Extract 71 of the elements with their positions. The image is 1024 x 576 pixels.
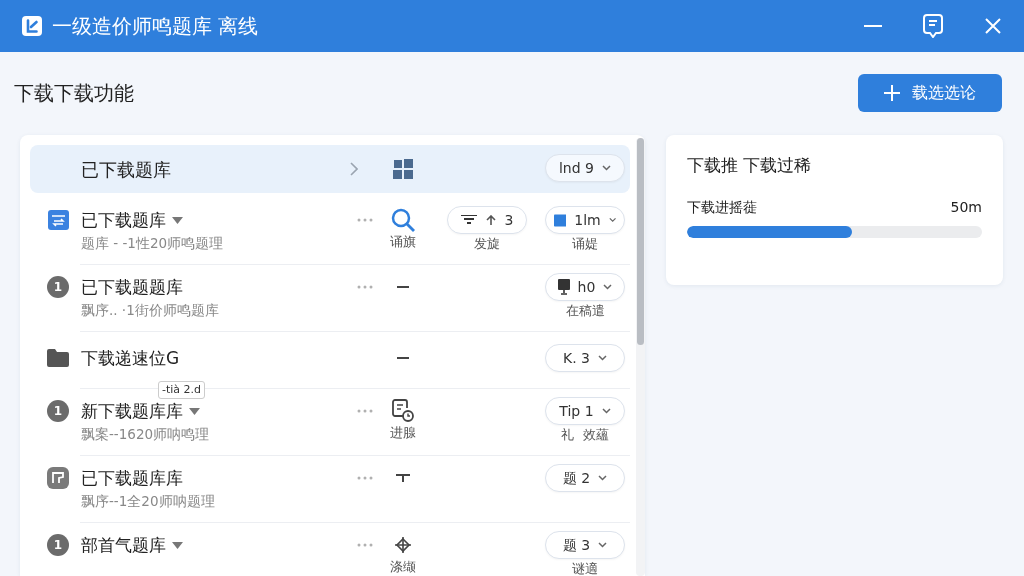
plus-icon	[884, 85, 900, 101]
up-arrow-icon	[484, 215, 497, 225]
item-title: 新下载题库库	[81, 400, 183, 423]
number-marker: 1	[47, 534, 69, 556]
minimize-icon	[864, 25, 882, 27]
dropdown-label: 在稿遣	[565, 302, 605, 320]
grid-icon	[393, 159, 413, 179]
search-icon	[391, 208, 415, 232]
page-title: 下载下载功能	[14, 81, 134, 105]
chevron-down-icon	[603, 284, 613, 290]
tee-icon	[396, 474, 410, 482]
dropdown-label: 诵媞	[572, 235, 598, 253]
more-icon[interactable]	[357, 476, 373, 480]
action-label: 诵旗	[390, 233, 416, 251]
item-subtitle: 飘序--1全20师呐题理	[81, 492, 216, 511]
filter-label: 发旋	[474, 235, 500, 253]
app-logo-icon	[22, 16, 42, 36]
scrollbar-thumb[interactable]	[637, 138, 644, 345]
dash-icon	[397, 357, 409, 359]
chevron-down-icon	[598, 542, 608, 548]
window-title: 一级造价师鸣题库 离线	[52, 13, 259, 40]
crosshair-icon	[395, 537, 411, 553]
dropdown-label: 礼 效蘊	[561, 426, 609, 444]
card-title: 下载推 下载过稀	[687, 155, 813, 176]
chevron-down-icon	[598, 355, 607, 361]
select-dropdown[interactable]: h0	[545, 273, 625, 301]
chevron-down-icon	[608, 217, 616, 223]
select-dropdown[interactable]: Tip 1	[545, 397, 625, 425]
item-title: 已下载题库	[81, 209, 166, 232]
select-dropdown[interactable]: K. 3	[545, 344, 625, 372]
number-marker: 1	[47, 400, 69, 422]
item-subtitle: 飘序.. ·1街价师鸣题库	[81, 301, 220, 320]
close-icon	[985, 18, 1001, 34]
item-title: 已下载题题库	[81, 276, 183, 299]
chevron-down-icon	[601, 408, 611, 414]
item-subtitle: 飘案--1620师呐鸣理	[81, 425, 211, 444]
progress-label: 下载进摇蓰	[687, 198, 757, 218]
select-dropdown[interactable]: 题 2	[545, 464, 625, 492]
tooltip: -tià 2.d	[158, 381, 206, 399]
dash-icon	[397, 286, 409, 288]
chevron-right-icon	[350, 162, 358, 176]
select-dropdown[interactable]: 1lm	[545, 206, 625, 234]
number-marker: 1	[47, 276, 69, 298]
progress-value: 50m	[950, 198, 982, 218]
chevron-down-icon	[598, 475, 608, 481]
file-icon	[47, 210, 69, 230]
dropdown-label: 谜適	[572, 560, 598, 576]
select-dropdown[interactable]: lnd 9	[545, 154, 625, 182]
more-icon[interactable]	[357, 285, 373, 289]
item-subtitle: 题库 - -1性20师鸣题理	[81, 234, 225, 253]
square-icon	[554, 212, 567, 228]
category-row[interactable]: 已下载题库 lnd 9	[30, 145, 630, 193]
item-title: 下载递速位G	[81, 347, 180, 370]
frame-icon	[47, 467, 69, 489]
folder-icon	[47, 349, 69, 367]
filter-dropdown[interactable]: 3	[447, 206, 527, 234]
document-clock-icon	[392, 399, 414, 423]
add-button[interactable]: 载选选论	[858, 74, 1002, 112]
more-icon[interactable]	[357, 543, 373, 547]
action-label: 进腺	[390, 424, 416, 442]
monitor-icon	[557, 279, 570, 295]
more-icon[interactable]	[357, 218, 373, 222]
item-title: 已下载题库库	[81, 467, 183, 490]
select-dropdown[interactable]: 题 3	[545, 531, 625, 559]
action-label: 涤缬	[390, 558, 416, 576]
more-icon[interactable]	[357, 409, 373, 413]
chevron-down-icon	[602, 165, 611, 171]
item-title: 部首气题库	[81, 534, 166, 557]
filter-icon	[460, 215, 477, 225]
note-icon	[923, 14, 943, 38]
category-title: 已下载题库	[81, 157, 172, 182]
